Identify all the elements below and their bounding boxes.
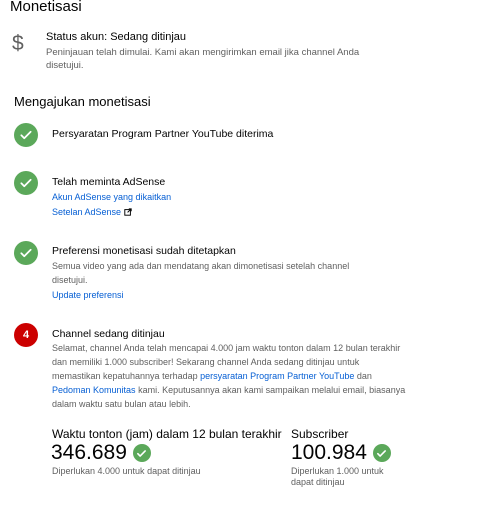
- step-preferences-text: Semua video yang ada dan mendatang akan …: [52, 261, 350, 285]
- community-guidelines-link[interactable]: Pedoman Komunitas: [52, 385, 136, 395]
- watch-time-note: Diperlukan 4.000 untuk dapat ditinjau: [52, 466, 201, 476]
- watch-time-value: 346.689: [51, 441, 151, 465]
- check-icon: [14, 123, 38, 147]
- watch-time-label: Waktu tonton (jam) dalam 12 bulan terakh…: [52, 427, 282, 441]
- dollar-icon: $: [12, 32, 24, 55]
- check-icon: [14, 171, 38, 195]
- subscriber-note: Diperlukan 1.000 untuk dapat ditinjau: [291, 466, 384, 487]
- step-number-icon: 4: [14, 323, 38, 347]
- status-description: Peninjauan telah dimulai. Kami akan meng…: [46, 47, 360, 71]
- check-icon: [372, 444, 391, 462]
- update-preferences-link[interactable]: Update preferensi: [52, 288, 124, 302]
- adsense-settings-label: Setelan AdSense: [52, 207, 122, 217]
- adsense-settings-link[interactable]: Setelan AdSense: [52, 205, 132, 219]
- status-title: Status akun: Sedang ditinjau: [46, 31, 187, 43]
- page-title: Monetisasi: [10, 0, 82, 15]
- step-title-adsense: Telah meminta AdSense: [52, 176, 166, 188]
- ypp-requirements-link[interactable]: persyaratan Program Partner YouTube: [200, 371, 354, 381]
- subscriber-label: Subscriber: [291, 427, 349, 441]
- check-icon: [14, 241, 38, 265]
- check-icon: [132, 444, 151, 462]
- subscriber-value: 100.984: [291, 441, 391, 465]
- step-title-review: Channel sedang ditinjau: [52, 328, 165, 340]
- step-title-preferences: Preferensi monetisasi sudah ditetapkan: [52, 245, 236, 257]
- external-link-icon: [124, 208, 132, 216]
- linked-adsense-account-link[interactable]: Akun AdSense yang dikaitkan: [52, 190, 171, 204]
- step-review-text: Selamat, channel Anda telah mencapai 4.0…: [52, 343, 406, 409]
- section-title: Mengajukan monetisasi: [14, 94, 151, 109]
- step-title-adsense-terms: Persyaratan Program Partner YouTube dite…: [52, 128, 274, 140]
